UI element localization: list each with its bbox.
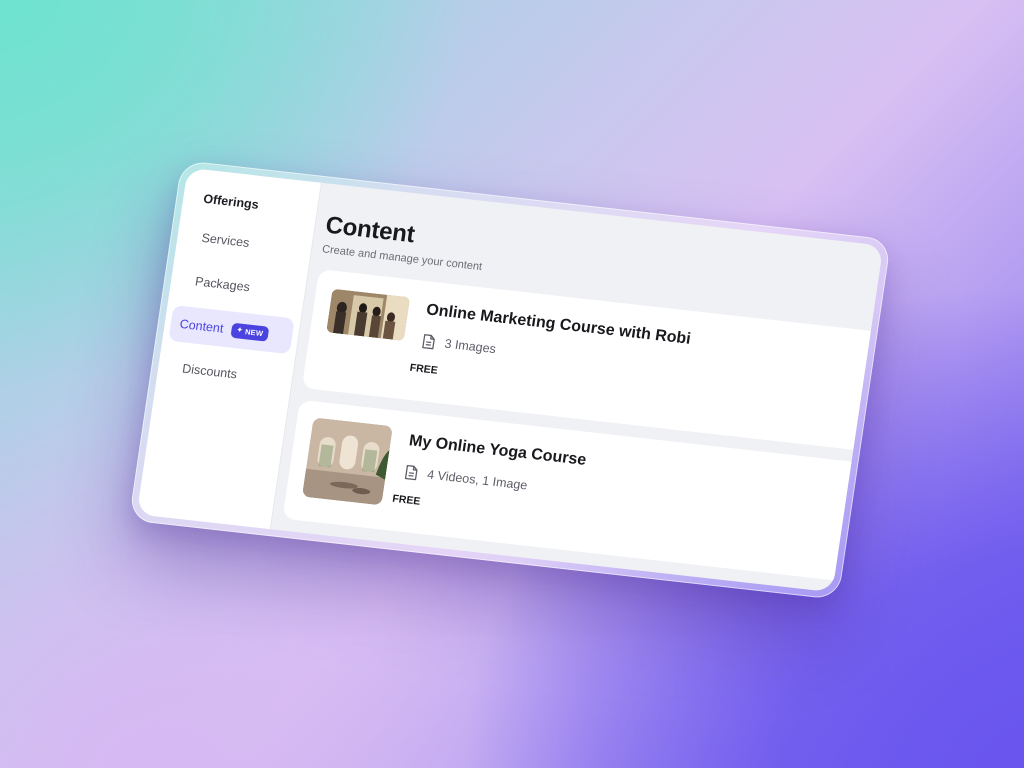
new-badge-label: NEW: [244, 326, 264, 338]
sidebar-item-discounts[interactable]: Discounts: [162, 349, 289, 398]
card-meta-text: 3 Images: [443, 336, 497, 357]
card-meta: 4 Videos, 1 Image: [403, 464, 582, 500]
card-body: My Online Yoga Course 4 Videos, 1 Image …: [392, 430, 588, 525]
sidebar-item-label: Services: [200, 230, 251, 251]
sidebar-item-content[interactable]: Content ✦ NEW: [168, 305, 295, 355]
sidebar-item-packages[interactable]: Packages: [175, 261, 302, 310]
card-price: FREE: [391, 492, 422, 508]
card-meta-text: 4 Videos, 1 Image: [426, 467, 529, 493]
course-thumbnail-image: [301, 417, 394, 506]
sidebar-item-services[interactable]: Services: [181, 218, 308, 267]
file-icon: [422, 334, 435, 350]
card-body: Online Marketing Course with Robi 3 Imag…: [409, 299, 692, 404]
sparkle-icon: ✦: [235, 325, 244, 335]
course-thumbnail-image: [326, 288, 411, 341]
sidebar-heading: Offerings: [202, 191, 260, 212]
main-content: Content Create and manage your content O…: [271, 183, 884, 592]
sidebar-item-label: Content: [178, 316, 225, 336]
tilted-app-window: Offerings Services Packages Content ✦ NE…: [128, 160, 892, 600]
sidebar-item-label: Discounts: [181, 361, 238, 382]
file-icon: [404, 464, 418, 481]
sidebar-item-label: Packages: [194, 274, 251, 295]
new-badge: ✦ NEW: [230, 322, 270, 342]
card-title: My Online Yoga Course: [407, 432, 588, 469]
